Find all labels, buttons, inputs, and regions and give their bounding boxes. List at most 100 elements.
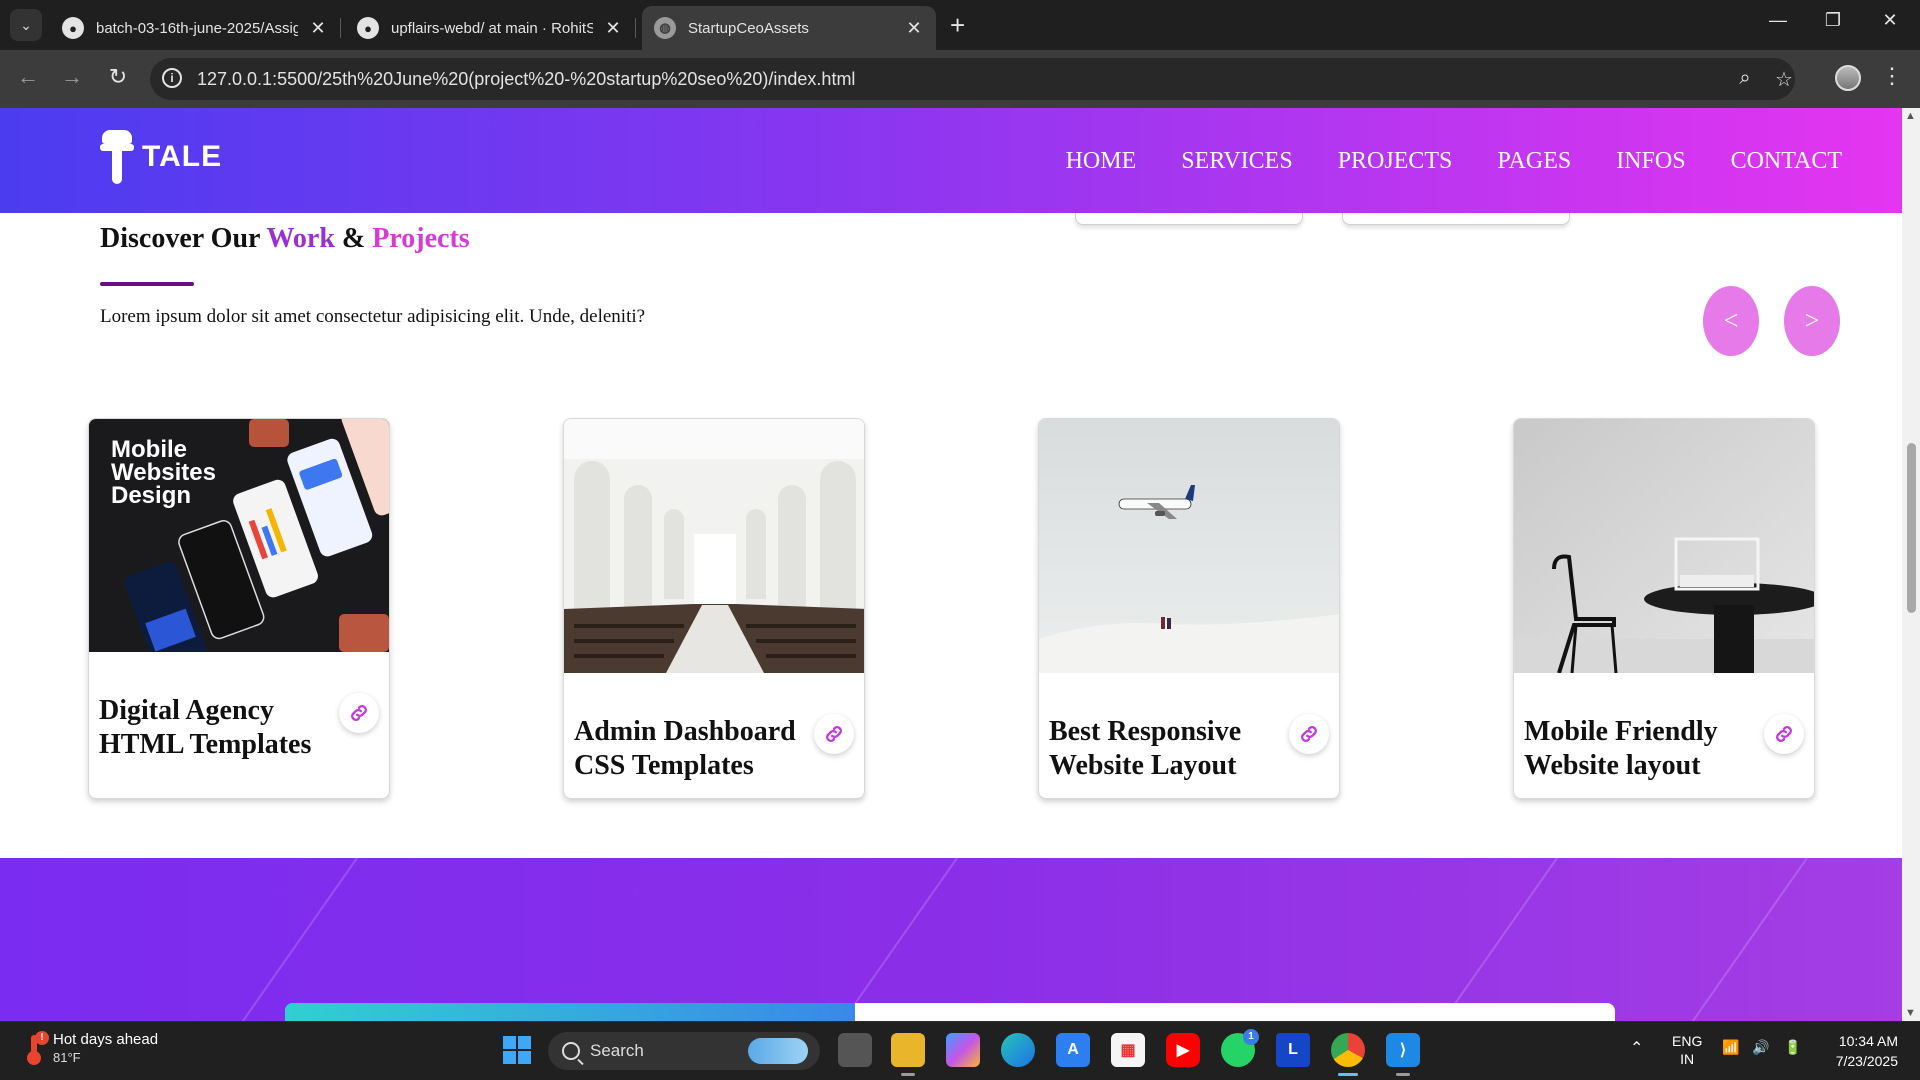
page-scrollbar[interactable]: ▲ ▼ xyxy=(1902,108,1920,1021)
card-image-text: Design xyxy=(111,482,191,509)
link-icon xyxy=(826,726,842,742)
card-image-airplane-snow xyxy=(1039,419,1339,673)
card-image-mobile-websites: Mobile Websites Design xyxy=(89,419,389,652)
card-title: Digital Agency HTML Templates xyxy=(99,695,312,760)
close-window-button[interactable]: ✕ xyxy=(1875,10,1905,31)
profile-avatar[interactable] xyxy=(1835,65,1861,91)
lang-bottom: IN xyxy=(1680,1051,1695,1067)
search-placeholder: Search xyxy=(590,1041,644,1060)
system-clock[interactable]: 10:34 AM 7/23/2025 xyxy=(1836,1031,1898,1071)
nav-services[interactable]: SERVICES xyxy=(1181,148,1292,175)
cta-section xyxy=(0,858,1902,1021)
reload-button[interactable]: ↻ xyxy=(103,64,133,90)
link-icon xyxy=(1776,726,1792,742)
main-nav: HOME SERVICES PROJECTS PAGES INFOS CONTA… xyxy=(1066,148,1842,175)
language-indicator[interactable]: ENG IN xyxy=(1672,1032,1702,1068)
whatsapp-icon[interactable]: 1 xyxy=(1221,1029,1259,1067)
tab-batch-03[interactable]: ● batch-03-16th-june-2025/Assig ✕ xyxy=(50,6,341,50)
taskbar-search[interactable]: Search xyxy=(548,1032,820,1070)
windows-start-icon[interactable] xyxy=(500,1033,534,1067)
card-link-button[interactable] xyxy=(339,693,379,733)
project-card[interactable]: Mobile Websites Design Digital Agency HT… xyxy=(88,418,390,799)
chrome-icon[interactable] xyxy=(1331,1033,1365,1067)
tab-upflairs-webd[interactable]: ● upflairs-webd/ at main · RohitS ✕ xyxy=(345,6,636,50)
nav-home[interactable]: HOME xyxy=(1066,148,1137,175)
nav-contact[interactable]: CONTACT xyxy=(1731,148,1842,175)
tab-title: batch-03-16th-june-2025/Assig xyxy=(96,19,298,37)
previous-section-card-edge xyxy=(1075,213,1303,225)
title-underline xyxy=(100,282,194,286)
microsoft-store-icon[interactable]: ▦ xyxy=(1111,1033,1145,1067)
card-link-button[interactable] xyxy=(1764,714,1804,754)
scroll-up-icon[interactable]: ▲ xyxy=(1905,110,1916,122)
slider-prev-button[interactable]: < xyxy=(1703,286,1759,356)
notification-badge: 1 xyxy=(1243,1029,1259,1045)
task-view-icon[interactable] xyxy=(838,1033,872,1067)
url-text[interactable]: 127.0.0.1:5500/25th%20June%20(project%20… xyxy=(197,69,855,90)
copilot-icon[interactable] xyxy=(946,1033,980,1067)
nav-pages[interactable]: PAGES xyxy=(1497,148,1571,175)
new-tab-button[interactable]: + xyxy=(950,12,965,38)
menu-kebab-icon[interactable]: ⋮ xyxy=(1880,63,1904,89)
file-explorer-icon[interactable] xyxy=(891,1033,925,1067)
zoom-icon[interactable]: ⌕ xyxy=(1733,67,1757,90)
weather-widget[interactable]: ! Hot days ahead 81°F xyxy=(25,1031,158,1065)
show-hidden-icons-chevron[interactable]: ⌃ xyxy=(1630,1038,1643,1058)
project-card[interactable]: Best Responsive Website Layout xyxy=(1038,418,1340,799)
globe-icon: ◍ xyxy=(654,17,676,39)
scrollbar-thumb[interactable] xyxy=(1907,443,1916,613)
page-viewport: TALE HOME SERVICES PROJECTS PAGES INFOS … xyxy=(0,108,1902,1021)
github-icon: ● xyxy=(62,17,84,39)
project-card[interactable]: Admin Dashboard CSS Templates xyxy=(563,418,865,799)
browser-toolbar: ← → ↻ i 127.0.0.1:5500/25th%20June%20(pr… xyxy=(0,50,1920,108)
clock-time: 10:34 AM xyxy=(1838,1033,1898,1049)
back-button[interactable]: ← xyxy=(13,64,43,90)
tab-search-button[interactable]: ⌄ xyxy=(10,9,42,41)
card-link-button[interactable] xyxy=(814,714,854,754)
site-info-icon[interactable]: i xyxy=(162,68,182,88)
site-header: TALE HOME SERVICES PROJECTS PAGES INFOS … xyxy=(0,108,1902,213)
previous-section-card-edge xyxy=(1342,213,1570,225)
link-icon xyxy=(1301,726,1317,742)
card-image-church-interior xyxy=(564,419,864,673)
search-highlight-icon xyxy=(748,1038,808,1064)
nav-infos[interactable]: INFOS xyxy=(1616,148,1685,175)
project-card[interactable]: Mobile Friendly Website layout xyxy=(1513,418,1815,799)
vscode-icon[interactable]: ⟩ xyxy=(1386,1033,1420,1067)
lang-top: ENG xyxy=(1672,1033,1703,1049)
link-icon xyxy=(351,705,367,721)
clock-date: 7/23/2025 xyxy=(1835,1053,1898,1069)
app-icon[interactable]: A xyxy=(1056,1033,1090,1067)
card-link-button[interactable] xyxy=(1289,714,1329,754)
app-l-icon[interactable]: L xyxy=(1276,1033,1310,1067)
address-bar[interactable]: i 127.0.0.1:5500/25th%20June%20(project%… xyxy=(150,58,1795,100)
section-description: Lorem ipsum dolor sit amet consectetur a… xyxy=(100,306,646,327)
close-icon[interactable]: ✕ xyxy=(904,18,924,39)
forward-button[interactable]: → xyxy=(57,64,87,90)
logo-mark-icon xyxy=(98,128,136,186)
card-title: Admin Dashboard CSS Templates xyxy=(574,716,796,781)
wifi-icon[interactable]: 📶 xyxy=(1722,1039,1739,1056)
weather-temp: 81°F xyxy=(53,1050,81,1065)
close-icon[interactable]: ✕ xyxy=(308,18,328,39)
search-icon xyxy=(562,1042,580,1060)
edge-icon[interactable] xyxy=(1001,1033,1035,1067)
site-logo[interactable]: TALE xyxy=(98,128,222,186)
weather-title: Hot days ahead xyxy=(53,1031,159,1048)
youtube-icon[interactable]: ▶ xyxy=(1166,1033,1200,1067)
cta-card-edge xyxy=(285,1003,1615,1021)
card-image-table-chair xyxy=(1514,419,1814,673)
github-icon: ● xyxy=(357,17,379,39)
tab-startupceoassets[interactable]: ◍ StartupCeoAssets ✕ xyxy=(642,6,936,50)
restore-button[interactable]: ❐ xyxy=(1818,10,1848,31)
tab-title: upflairs-webd/ at main · RohitS xyxy=(391,19,593,37)
nav-projects[interactable]: PROJECTS xyxy=(1338,148,1453,175)
scroll-down-icon[interactable]: ▼ xyxy=(1905,1007,1916,1019)
close-icon[interactable]: ✕ xyxy=(603,18,623,39)
minimize-button[interactable]: — xyxy=(1763,10,1793,31)
card-title: Mobile Friendly Website layout xyxy=(1524,716,1718,781)
battery-icon[interactable]: 🔋 xyxy=(1784,1039,1801,1056)
volume-icon[interactable]: 🔊 xyxy=(1752,1039,1769,1056)
slider-next-button[interactable]: > xyxy=(1784,286,1840,356)
bookmark-star-icon[interactable]: ☆ xyxy=(1772,67,1796,92)
